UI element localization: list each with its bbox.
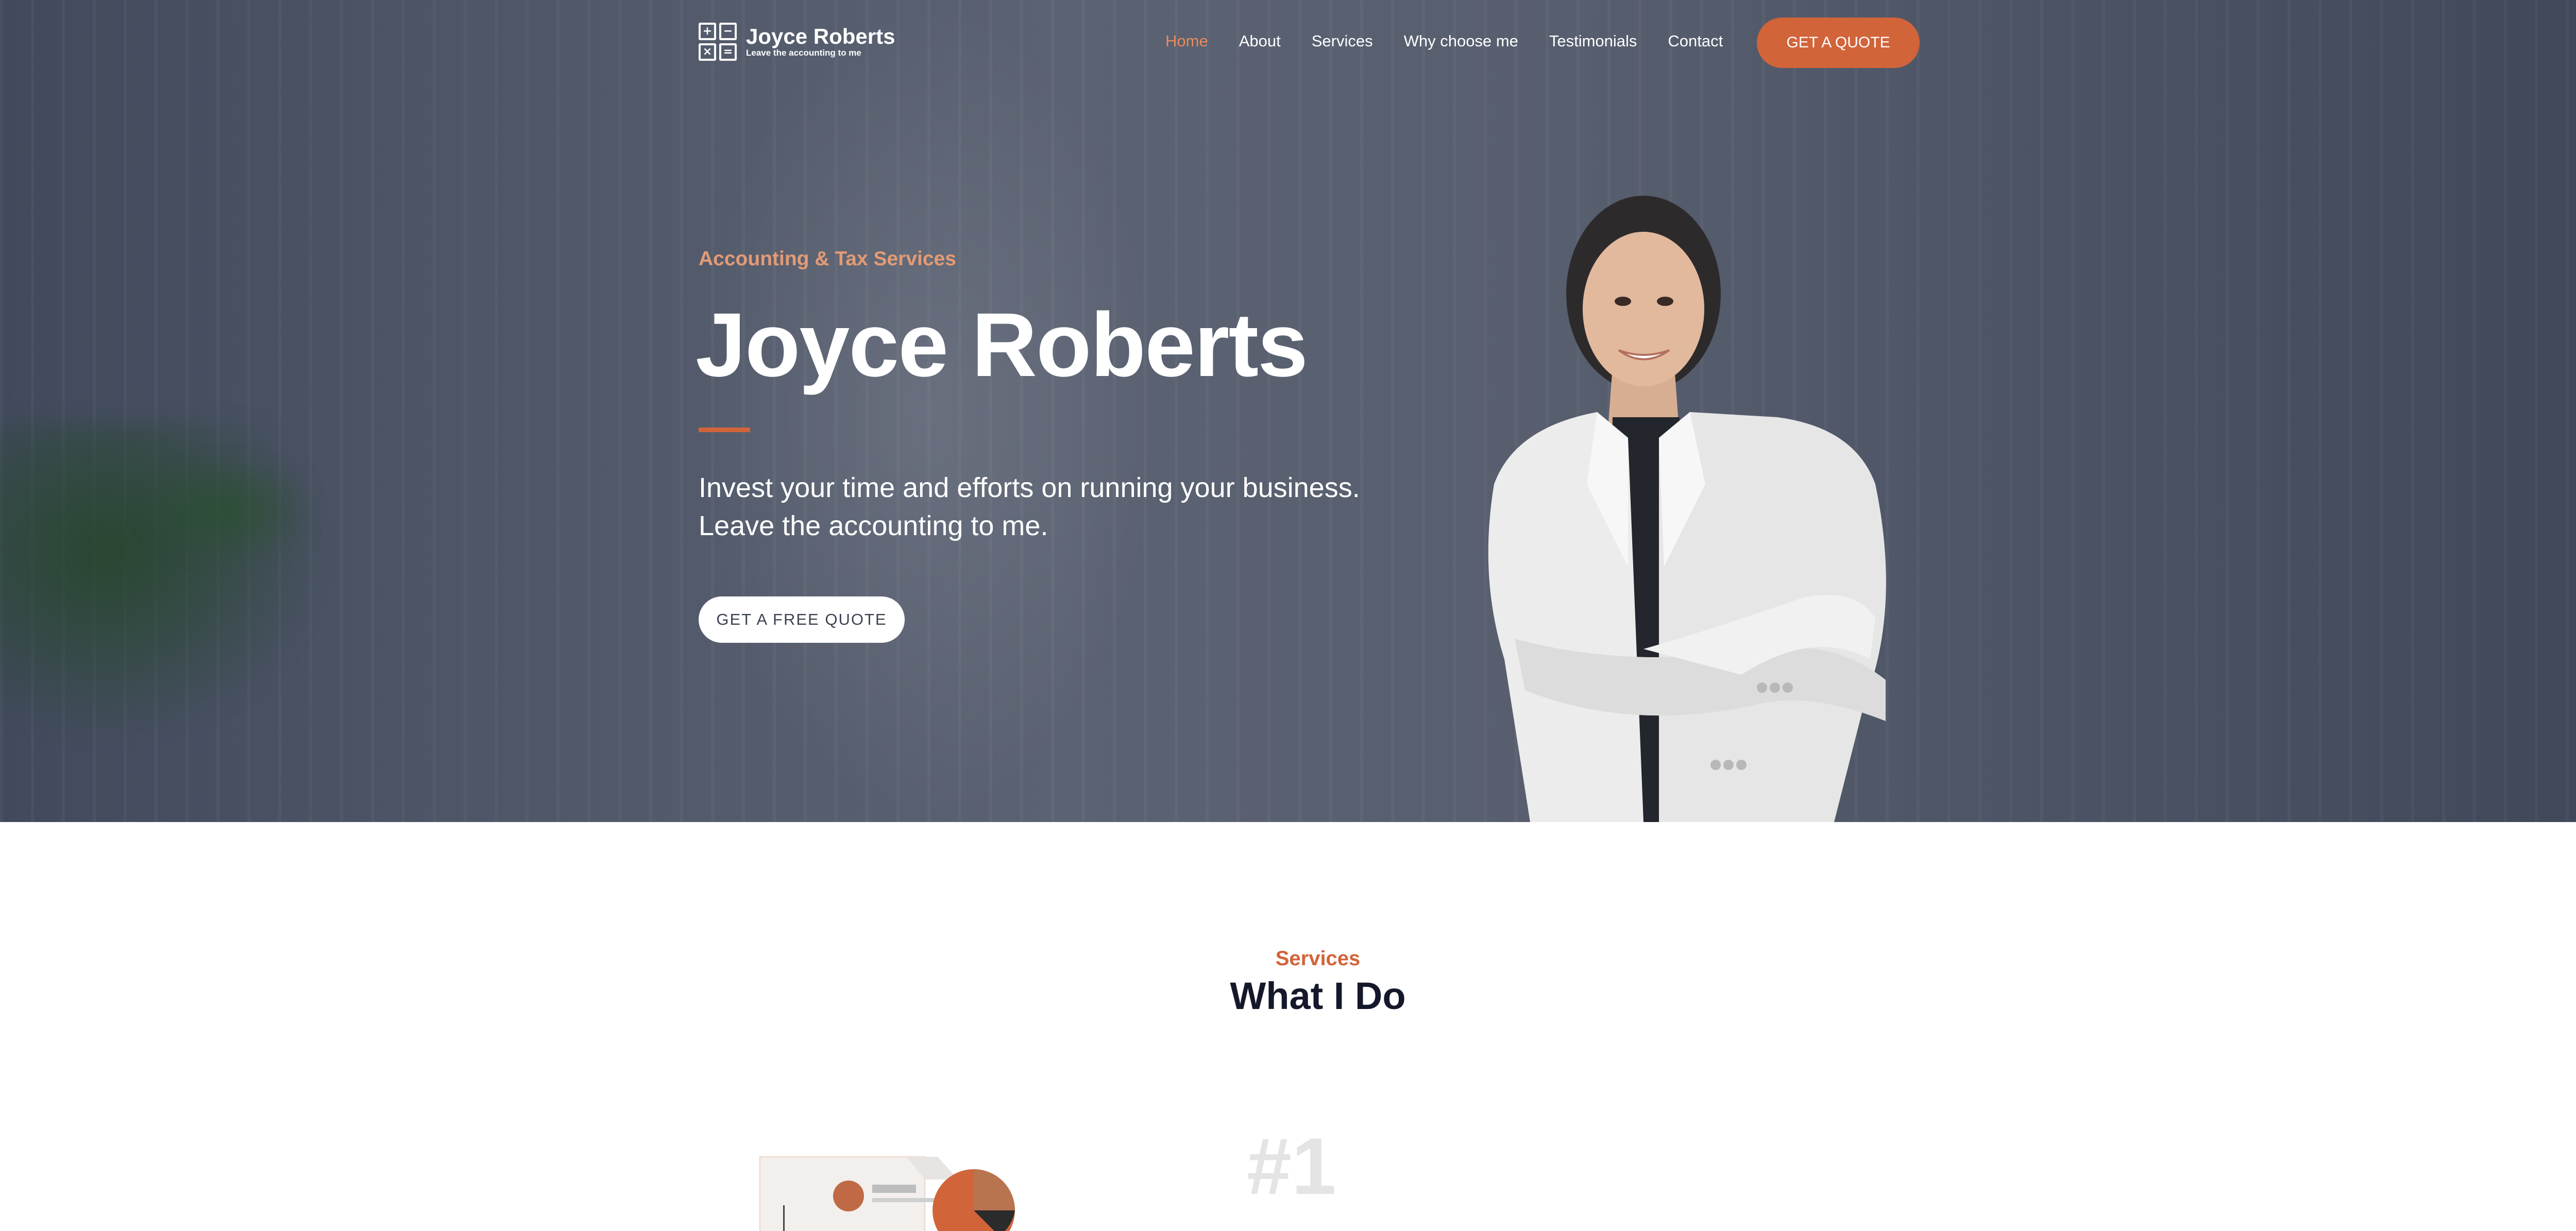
services-eyebrow: Services (1275, 947, 1361, 970)
hero-accent-divider (699, 428, 750, 432)
calculator-icon: + − × = (699, 23, 737, 61)
logo-name: Joyce Roberts (746, 24, 895, 48)
hero-subtitle-line2: Leave the accounting to me. (699, 510, 1048, 541)
logo-text: Joyce Roberts Leave the accounting to me (746, 25, 895, 58)
minus-icon: − (719, 23, 737, 40)
blurred-plant-leaf-image (134, 453, 319, 567)
nav-link-home[interactable]: Home (1165, 31, 1208, 52)
times-icon: × (699, 43, 716, 61)
site-logo[interactable]: + − × = Joyce Roberts Leave the accounti… (699, 23, 895, 61)
nav-link-contact[interactable]: Contact (1668, 31, 1723, 52)
plus-icon: + (699, 23, 716, 40)
nav-link-testimonials[interactable]: Testimonials (1549, 31, 1637, 52)
get-free-quote-button[interactable]: GET A FREE QUOTE (699, 596, 905, 643)
portrait-image (1488, 196, 1886, 822)
hero-eyebrow: Accounting & Tax Services (699, 248, 956, 270)
hero-background-stripes (0, 0, 2576, 822)
hero-background-glow (696, 0, 1159, 822)
hero-subtitle: Invest your time and efforts on running … (699, 469, 1420, 545)
nav-link-about[interactable]: About (1239, 31, 1281, 52)
services-title: What I Do (1230, 974, 1406, 1017)
main-nav: Home About Services Why choose me Testim… (1165, 31, 1754, 52)
hero-section: + − × = Joyce Roberts Leave the accounti… (0, 0, 2576, 822)
service-number: #1 (1247, 1122, 1336, 1211)
get-a-quote-button[interactable]: GET A QUOTE (1757, 18, 1920, 68)
logo-tagline: Leave the accounting to me (746, 48, 861, 58)
hero-subtitle-line1: Invest your time and efforts on running … (699, 472, 1360, 503)
equals-icon: = (719, 43, 737, 61)
nav-link-why-choose-me[interactable]: Why choose me (1404, 31, 1518, 52)
finance-chart-illustration (759, 1156, 1015, 1231)
nav-link-services[interactable]: Services (1312, 31, 1373, 52)
hero-title: Joyce Roberts (696, 295, 1308, 396)
